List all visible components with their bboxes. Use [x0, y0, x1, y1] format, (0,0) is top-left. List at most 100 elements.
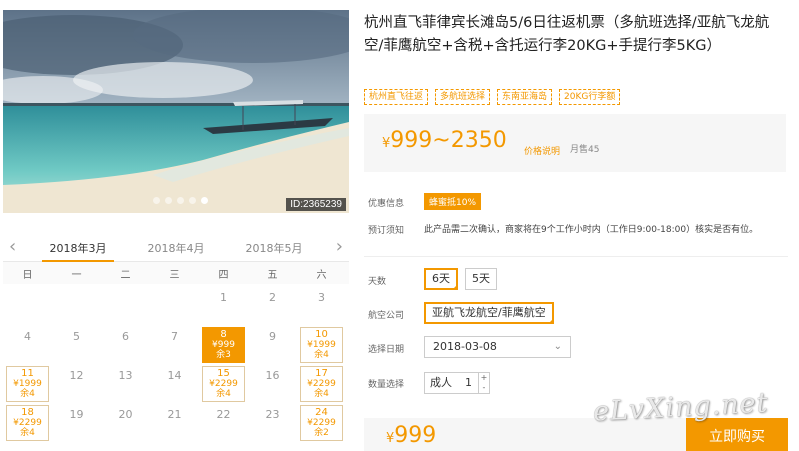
prev-month-arrow-icon[interactable]: ‹ [9, 238, 16, 256]
qty-plus-minus-icon[interactable]: + - [478, 373, 489, 393]
price-box: ¥999~2350 价格说明 月售45 [364, 114, 786, 172]
day-stock: 余2 [314, 428, 329, 438]
tab-month-1[interactable]: 2018年3月 [38, 240, 118, 256]
day-number: 9 [269, 330, 276, 343]
product-tags: 杭州直飞往返 多航班选择 东南亚海岛 20KG行李额 [364, 89, 621, 105]
day-number: 4 [24, 330, 31, 343]
active-tab-indicator [42, 260, 114, 262]
buy-now-button[interactable]: 立即购买 [686, 418, 788, 451]
calendar-day: 6 [101, 327, 150, 365]
date-select[interactable]: 2018-03-08 ⌄ [424, 336, 571, 358]
calendar-day: 7 [150, 327, 199, 365]
days-label: 天数 [368, 277, 387, 287]
day-price: ¥2299 [307, 379, 336, 389]
day-price: ¥1999 [13, 379, 42, 389]
calendar-day: 1 [199, 288, 248, 326]
weekday-label: 四 [218, 269, 229, 281]
product-photo: ID:2365239 [3, 10, 349, 213]
tag: 20KG行李额 [559, 89, 621, 105]
calendar-day-available[interactable]: 11 ¥1999 余4 [6, 366, 49, 402]
day-number: 20 [118, 408, 133, 421]
day-number: 1 [220, 291, 227, 304]
calendar-day: 4 [3, 327, 52, 365]
day-number: 6 [122, 330, 129, 343]
days-option-6[interactable]: 6天 [424, 268, 458, 290]
carousel-dot[interactable] [165, 197, 172, 204]
calendar-day-available[interactable]: 15 ¥2299 余4 [202, 366, 245, 402]
day-number: 24 [315, 407, 328, 418]
qty-type: 成人 [430, 376, 452, 389]
day-number: 14 [167, 369, 182, 382]
day-price: ¥2299 [209, 379, 238, 389]
price-range-value: 999~2350 [390, 128, 507, 153]
product-page: ID:2365239 ‹ 2018年3月 2018年4月 2018年5月 › 日… [0, 0, 799, 451]
day-stock: 余4 [20, 389, 35, 399]
day-stock: 余4 [314, 389, 329, 399]
calendar-day: 19 [52, 405, 101, 443]
day-number: 12 [69, 369, 84, 382]
days-option-5[interactable]: 5天 [465, 268, 497, 290]
calendar-day-available[interactable]: 24 ¥2299 余2 [300, 405, 343, 441]
day-number: 3 [318, 291, 325, 304]
qty-label: 数量选择 [368, 380, 405, 390]
day-number: 13 [118, 369, 133, 382]
next-month-arrow-icon[interactable]: › [336, 238, 343, 256]
carousel-dot-active[interactable] [201, 197, 208, 204]
day-number: 23 [265, 408, 280, 421]
quantity-stepper[interactable]: 成人 1 + - [424, 372, 490, 394]
day-number: 11 [21, 368, 34, 379]
departure-calendar: ‹ 2018年3月 2018年4月 2018年5月 › 日 一 二 三 四 五 … [3, 236, 349, 451]
calendar-day: 20 [101, 405, 150, 443]
image-id-label: ID:2365239 [286, 198, 346, 211]
calendar-day: 13 [101, 366, 150, 404]
month-tabs: ‹ 2018年3月 2018年4月 2018年5月 › [3, 236, 349, 262]
qty-value: 1 [465, 376, 472, 389]
total-price: ¥999 [386, 423, 436, 448]
day-price: ¥2299 [307, 418, 336, 428]
calendar-day: 23 [248, 405, 297, 443]
carousel-dot[interactable] [153, 197, 160, 204]
calendar-day-available[interactable]: 18 ¥2299 余4 [6, 405, 49, 441]
tab-month-3[interactable]: 2018年5月 [234, 240, 314, 256]
calendar-day-available[interactable]: 17 ¥2299 余4 [300, 366, 343, 402]
product-title: 杭州直飞菲律宾长滩岛5/6日往返机票（多航班选择/亚航飞龙航空/菲鹰航空+含税+… [364, 15, 770, 54]
carousel-dots[interactable] [153, 197, 208, 204]
day-stock: 余4 [314, 350, 329, 360]
weekday-label: 五 [267, 269, 278, 281]
weekday-label: 二 [120, 269, 131, 281]
day-stock: 余4 [20, 428, 35, 438]
day-number: 15 [217, 368, 230, 379]
calendar-day-selected[interactable]: 8 ¥999 余3 [202, 327, 245, 363]
date-label: 选择日期 [368, 345, 405, 355]
day-number: 8 [220, 329, 227, 340]
day-number: 7 [171, 330, 178, 343]
notice-label: 预订须知 [368, 226, 405, 236]
airline-option[interactable]: 亚航飞龙航空/菲鹰航空 [424, 302, 554, 324]
promo-label: 优惠信息 [368, 199, 405, 209]
calendar-day: 21 [150, 405, 199, 443]
day-number: 17 [315, 368, 328, 379]
day-number: 19 [69, 408, 84, 421]
day-number: 10 [315, 329, 328, 340]
day-stock: 余4 [216, 389, 231, 399]
total-price-value: 999 [394, 423, 437, 448]
promo-badge: 蜂蜜抵10% [424, 193, 482, 210]
tag: 杭州直飞往返 [364, 89, 429, 105]
tab-month-2[interactable]: 2018年4月 [136, 240, 216, 256]
calendar-day: 14 [150, 366, 199, 404]
day-number: 18 [21, 407, 34, 418]
day-number: 5 [73, 330, 80, 343]
carousel-dot[interactable] [177, 197, 184, 204]
price-explain-link[interactable]: 价格说明 [524, 144, 560, 157]
calendar-day: 5 [52, 327, 101, 365]
monthly-sales: 月售45 [570, 145, 600, 155]
airline-label: 航空公司 [368, 311, 405, 321]
calendar-day-available[interactable]: 10 ¥1999 余4 [300, 327, 343, 363]
weekday-label: 一 [71, 269, 82, 281]
day-price: ¥999 [212, 340, 235, 350]
day-price: ¥2299 [13, 418, 42, 428]
price-range: ¥999~2350 [382, 128, 507, 153]
beach-photo [3, 10, 349, 213]
carousel-dot[interactable] [189, 197, 196, 204]
tag: 东南亚海岛 [497, 89, 553, 105]
